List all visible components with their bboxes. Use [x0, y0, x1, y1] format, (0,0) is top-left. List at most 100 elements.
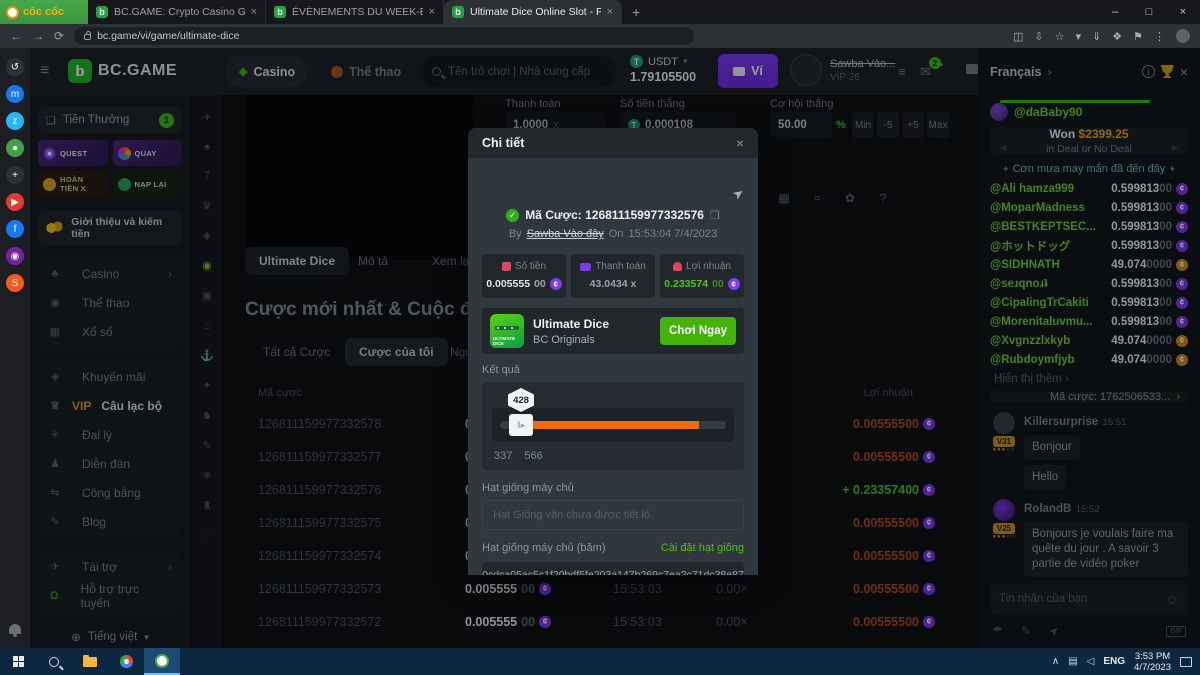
rail-app-icon[interactable]: ▶: [6, 193, 24, 211]
play-now-button[interactable]: Chơi Ngay: [660, 317, 736, 345]
windows-taskbar: ∧ ▤ ◁ ENG 3:53 PM 4/7/2023: [0, 648, 1200, 675]
tab-title: Ultimate Dice Online Slot - P: [470, 6, 601, 18]
browser-tab[interactable]: b Ultimate Dice Online Slot - P ×: [444, 0, 622, 24]
modal-header: Chi tiết ×: [468, 128, 758, 158]
coccoc-taskbar-icon[interactable]: [144, 648, 180, 675]
bet-datetime: 15:53:04 7/4/2023: [628, 228, 718, 240]
bet-by-row: By Sawba Vào đây On 15:53:04 7/4/2023: [482, 228, 744, 240]
share-icon[interactable]: ➤: [729, 184, 747, 203]
result-box: 428 ‖▸ 337 566: [482, 382, 744, 470]
tab-title: BC.GAME: Crypto Casino Gam: [114, 6, 245, 18]
screen: cốc cốc b BC.GAME: Crypto Casino Gam × b…: [0, 0, 1200, 675]
rail-app-icon[interactable]: ↺: [6, 58, 24, 76]
rail-app-icon[interactable]: S: [6, 274, 24, 292]
dice-icon: [501, 262, 511, 271]
browser-toolbar-icon[interactable]: ▾: [1076, 30, 1082, 43]
rail-app-icon[interactable]: z: [6, 112, 24, 130]
coccoc-brand: cốc cốc: [0, 0, 88, 24]
coccoc-brand-label: cốc cốc: [23, 6, 64, 18]
browser-chrome: cốc cốc b BC.GAME: Crypto Casino Gam × b…: [0, 0, 1200, 48]
slider-handle[interactable]: ‖▸: [509, 414, 533, 436]
tab-favicon: b: [452, 6, 464, 18]
volume-icon[interactable]: ◁: [1087, 656, 1095, 667]
maximize-button[interactable]: □: [1132, 0, 1166, 24]
tab-close-icon[interactable]: ×: [607, 6, 613, 18]
modal-close-icon[interactable]: ×: [736, 135, 744, 151]
chrome-icon[interactable]: [108, 648, 144, 675]
browser-tab[interactable]: b BC.GAME: Crypto Casino Gam ×: [88, 0, 266, 24]
system-tray: ∧ ▤ ◁ ENG 3:53 PM 4/7/2023: [1052, 651, 1200, 673]
bet-stats-row: Số tiền 0.005555 00 ¢ Thanh toán 43.0434 x…: [482, 254, 744, 298]
tray-expand-icon[interactable]: ∧: [1052, 656, 1059, 667]
game-provider: BC Originals: [533, 333, 595, 346]
bet-id-row: ✓ Mã Cược: 126811159977332576 ❐: [482, 208, 744, 222]
server-seed-field[interactable]: [482, 500, 744, 530]
rail-app-icon[interactable]: +: [6, 166, 24, 184]
coin-icon: ¢: [549, 278, 562, 290]
rail-app-icon[interactable]: ◉: [6, 247, 24, 265]
address-bar[interactable]: bc.game/vi/game/ultimate-dice: [74, 27, 695, 45]
file-explorer-icon[interactable]: [72, 648, 108, 675]
browser-toolbar: ← → ⟳ bc.game/vi/game/ultimate-dice ◫ ⇩ …: [0, 24, 1200, 48]
modal-body: ➤ ✓ Mã Cược: 126811159977332576 ❐ By Saw…: [468, 158, 758, 575]
profile-avatar[interactable]: [1176, 29, 1190, 43]
result-range: 337 566: [492, 450, 734, 462]
card-icon: [580, 262, 592, 271]
stat-amount-label: Số tiền: [514, 261, 547, 272]
notifications-bell-icon[interactable]: [9, 624, 21, 637]
stat-profit: Lợi nhuận 0.233574 00 ¢: [660, 254, 744, 298]
browser-toolbar-icon[interactable]: ⚑: [1133, 30, 1143, 43]
hand-icon: [673, 262, 683, 271]
taskbar-time: 3:53 PM: [1134, 650, 1171, 662]
modal-title: Chi tiết: [482, 136, 525, 150]
browser-toolbar-icon[interactable]: ⇓: [1092, 30, 1101, 43]
close-button[interactable]: ×: [1166, 0, 1200, 24]
start-button[interactable]: [0, 648, 36, 675]
action-center-icon[interactable]: [1180, 656, 1192, 667]
copy-icon[interactable]: ❐: [710, 209, 720, 222]
tab-favicon: b: [274, 6, 286, 18]
stat-payout: Thanh toán 43.0434 x: [571, 254, 655, 298]
seed-settings-link[interactable]: Cài đặt hạt giống: [661, 542, 744, 554]
rail-app-icon[interactable]: ●: [6, 139, 24, 157]
seed-hash-value[interactable]: 80cdca05ac5c1f20bdf5fe203a147b269c7ea2c7…: [482, 562, 744, 575]
taskbar-search-icon[interactable]: [36, 648, 72, 675]
tab-close-icon[interactable]: ×: [251, 6, 257, 18]
stat-profit-label: Lợi nhuận: [686, 261, 731, 272]
ultimate-dice-icon: ULTIMATE DICE: [490, 314, 524, 348]
network-icon[interactable]: ▤: [1068, 656, 1077, 667]
back-icon[interactable]: ←: [10, 29, 22, 43]
verified-shield-icon: ✓: [506, 208, 520, 222]
tab-favicon: b: [96, 6, 108, 18]
reload-icon[interactable]: ⟳: [54, 29, 64, 43]
browser-toolbar-icon[interactable]: ❖: [1112, 30, 1122, 43]
stat-payout-label: Thanh toán: [595, 261, 646, 272]
minimize-button[interactable]: –: [1098, 0, 1132, 24]
browser-tab[interactable]: b ÉVÈNEMENTS DU WEEK-END ×: [266, 0, 444, 24]
result-value-badge: 428: [508, 388, 534, 412]
new-tab-button[interactable]: +: [622, 0, 650, 24]
stat-amount: Số tiền 0.005555 00 ¢: [482, 254, 566, 298]
slider-track: [500, 421, 726, 429]
browser-toolbar-icon[interactable]: ☆: [1055, 30, 1065, 43]
taskbar-clock[interactable]: 3:53 PM 4/7/2023: [1134, 651, 1171, 673]
seed-hash-row: Hạt giống máy chủ (băm) Cài đặt hạt giốn…: [482, 542, 744, 554]
browser-toolbar-icon[interactable]: ⋮: [1154, 30, 1165, 43]
stat-payout-value: 43.0434 x: [589, 278, 637, 290]
browser-toolbar-icon[interactable]: ⇩: [1034, 30, 1043, 43]
stat-profit-value: 0.233574: [664, 278, 709, 290]
result-slider: 428 ‖▸: [492, 388, 734, 442]
server-seed-input[interactable]: [493, 509, 733, 521]
bet-details-modal: Chi tiết × ➤ ✓ Mã Cược: 1268111599773325…: [468, 128, 758, 575]
tab-close-icon[interactable]: ×: [429, 6, 435, 18]
range-low: 337: [494, 450, 513, 462]
input-language[interactable]: ENG: [1103, 656, 1125, 667]
bettor-name-link[interactable]: Sawba Vào đây: [527, 228, 604, 240]
slider-fill: [522, 421, 699, 429]
rail-app-icon[interactable]: m: [6, 85, 24, 103]
rail-app-icon[interactable]: f: [6, 220, 24, 238]
browser-toolbar-icon[interactable]: ◫: [1013, 30, 1023, 43]
tab-strip: cốc cốc b BC.GAME: Crypto Casino Gam × b…: [0, 0, 1200, 24]
taskbar-date: 4/7/2023: [1134, 661, 1171, 673]
forward-icon[interactable]: →: [32, 29, 44, 43]
